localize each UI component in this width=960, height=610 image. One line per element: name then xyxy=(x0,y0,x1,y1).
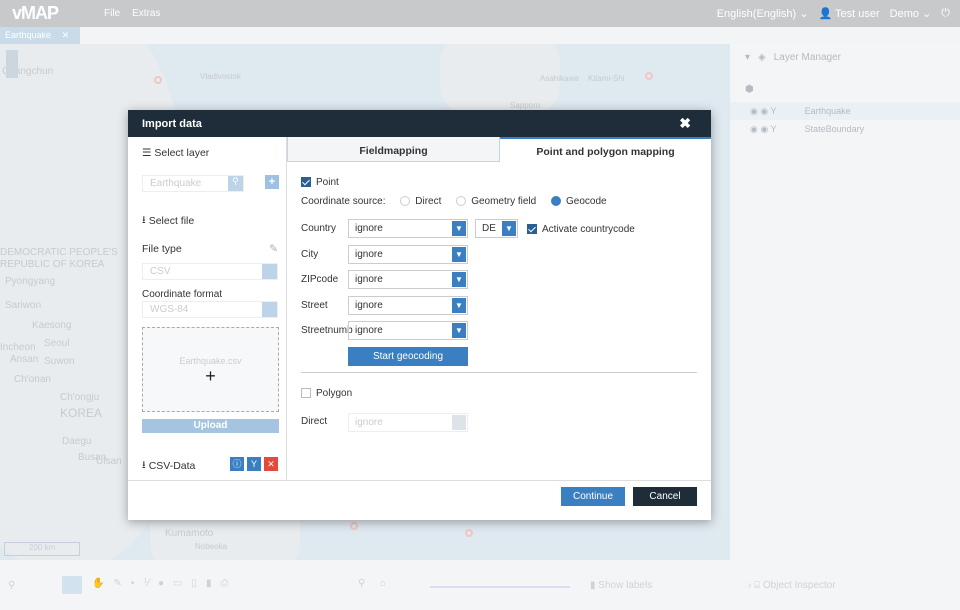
user-icon: 👤 xyxy=(818,8,833,20)
layer-row-earthquake[interactable]: ◉ ◉ Y Earthquake xyxy=(730,102,960,120)
polygon-checkbox[interactable]: Polygon xyxy=(301,388,352,399)
object-inspector-header[interactable]: › ⌸ Object Inspector xyxy=(748,580,836,591)
coordinate-format-select[interactable]: WGS-84 xyxy=(142,301,278,318)
field-label: Country xyxy=(301,223,337,234)
close-icon[interactable]: ✖ xyxy=(679,115,691,132)
field-select-city[interactable]: ignore ▼ xyxy=(348,244,468,264)
field-select-streetnumb[interactable]: ignore ▼ xyxy=(348,321,468,340)
map-tab-bar: Earthquake ✕ xyxy=(0,27,960,44)
chevron-down-icon: ▼ xyxy=(452,246,466,262)
chevron-down-icon: ▼ xyxy=(452,221,466,236)
country-code-select[interactable]: DE ▼ xyxy=(475,219,518,238)
radio-geometry-field[interactable]: Geometry field xyxy=(444,196,536,207)
layer-input[interactable]: Earthquake ⚲ xyxy=(142,175,244,192)
file-drop-zone[interactable]: Earthquake.csv + xyxy=(142,327,279,412)
earthquake-marker[interactable] xyxy=(350,522,358,530)
zoom-control[interactable] xyxy=(6,50,18,78)
earthquake-marker[interactable] xyxy=(645,72,653,80)
scale-bar: 200 km xyxy=(4,542,80,556)
layer-manager-panel: ▾ ◈ Layer Manager ⬢ ◉ ◉ Y Earthquake ◉ ◉ YS… xyxy=(730,44,960,560)
add-layer-button[interactable]: + xyxy=(265,175,279,189)
user-menu[interactable]: 👤 Test user xyxy=(818,7,879,20)
menu-file[interactable]: File xyxy=(104,8,120,19)
download-icon: ⭳ xyxy=(142,214,146,226)
search-icon[interactable]: ⚲ xyxy=(228,176,243,191)
activate-countrycode-checkbox[interactable]: Activate countrycode xyxy=(527,224,635,235)
import-left-panel: ☰ Select layer Earthquake ⚲ + ⭳ Select file… xyxy=(128,137,287,480)
top-bar: vMAP File Extras English(English) ⌄ 👤 Te… xyxy=(0,0,960,27)
close-icon[interactable]: ✕ xyxy=(62,30,70,40)
search-icon[interactable]: ⚲ xyxy=(358,578,365,589)
import-data-dialog: Import data ✖ ☰ Select layer Earthquake ⚲ +… xyxy=(128,110,711,520)
polygon-direct-select[interactable]: ignore xyxy=(348,413,468,432)
show-labels-toggle[interactable]: ▮ Show labels xyxy=(590,580,652,591)
field-label: City xyxy=(301,248,319,260)
field-label: Street xyxy=(301,299,328,311)
bottom-toolbar: ⚲ ✋✎•⅟●▭▯▮⎙ ⚲ ⌂ ▮ Show labels › ⌸ Object… xyxy=(0,560,960,610)
earthquake-marker[interactable] xyxy=(154,76,162,84)
filter-button[interactable]: Y xyxy=(247,457,261,471)
chevron-down-icon: ▼ xyxy=(452,297,466,313)
continue-button[interactable]: Continue xyxy=(561,487,625,506)
field-select-zipcode[interactable]: ignore ▼ xyxy=(348,270,468,289)
plus-icon: + xyxy=(205,366,216,386)
import-right-panel: Fieldmapping Point and polygon mapping P… xyxy=(287,137,711,480)
opacity-slider[interactable] xyxy=(430,586,570,588)
upload-button[interactable]: Upload xyxy=(142,419,279,433)
select-tool-button[interactable] xyxy=(62,576,82,594)
tab-point-polygon-mapping[interactable]: Point and polygon mapping xyxy=(500,137,711,162)
power-icon[interactable]: ⏻ xyxy=(941,7,950,20)
home-icon[interactable]: ⌂ xyxy=(380,578,386,589)
layer-row-stateboundary[interactable]: ◉ ◉ Y StateBoundary xyxy=(730,120,960,138)
draw-tools[interactable]: ✋✎•⅟●▭▯▮⎙ xyxy=(92,578,238,589)
field-select-street[interactable]: ignore ▼ xyxy=(348,295,468,315)
app-logo: vMAP xyxy=(12,3,59,23)
field-label: Streetnumb xyxy=(301,325,353,336)
pin-icon[interactable]: ⚲ xyxy=(8,580,15,591)
layers-icon: ◈ xyxy=(758,51,766,63)
layer-list-icon: ☰ xyxy=(142,147,152,159)
chevron-down-icon: ▼ xyxy=(452,323,466,338)
divider xyxy=(301,372,697,373)
file-type-select[interactable]: CSV xyxy=(142,263,278,280)
chevron-down-icon: ▼ xyxy=(452,272,466,287)
menu-extras[interactable]: Extras xyxy=(132,8,160,19)
download-icon: ⭳ xyxy=(142,459,146,471)
add-layer-icon[interactable]: ⬢ xyxy=(745,84,754,95)
field-label: ZIPcode xyxy=(301,274,339,285)
map-tab-earthquake[interactable]: Earthquake ✕ xyxy=(0,27,80,44)
radio-geocode[interactable]: Geocode xyxy=(539,196,607,207)
point-checkbox[interactable]: Point xyxy=(301,177,339,188)
cancel-button[interactable]: Cancel xyxy=(633,487,697,506)
language-select[interactable]: English(English) ⌄ xyxy=(717,7,809,20)
start-geocoding-button[interactable]: Start geocoding xyxy=(348,347,468,366)
tab-fieldmapping[interactable]: Fieldmapping xyxy=(287,137,500,162)
dialog-title: Import data xyxy=(142,117,202,130)
radio-direct[interactable]: Direct xyxy=(388,196,441,207)
coordinate-source: Coordinate source: Direct Geometry field… xyxy=(301,196,607,207)
delete-button[interactable]: ✕ xyxy=(264,457,278,471)
dialog-footer: Continue Cancel xyxy=(128,480,711,520)
project-select[interactable]: Demo ⌄ xyxy=(890,7,932,20)
field-select-country[interactable]: ignore ▼ xyxy=(348,219,468,238)
edit-icon[interactable]: ✎ xyxy=(269,243,278,255)
info-button[interactable]: ⓘ xyxy=(230,457,244,471)
earthquake-marker[interactable] xyxy=(465,529,473,537)
